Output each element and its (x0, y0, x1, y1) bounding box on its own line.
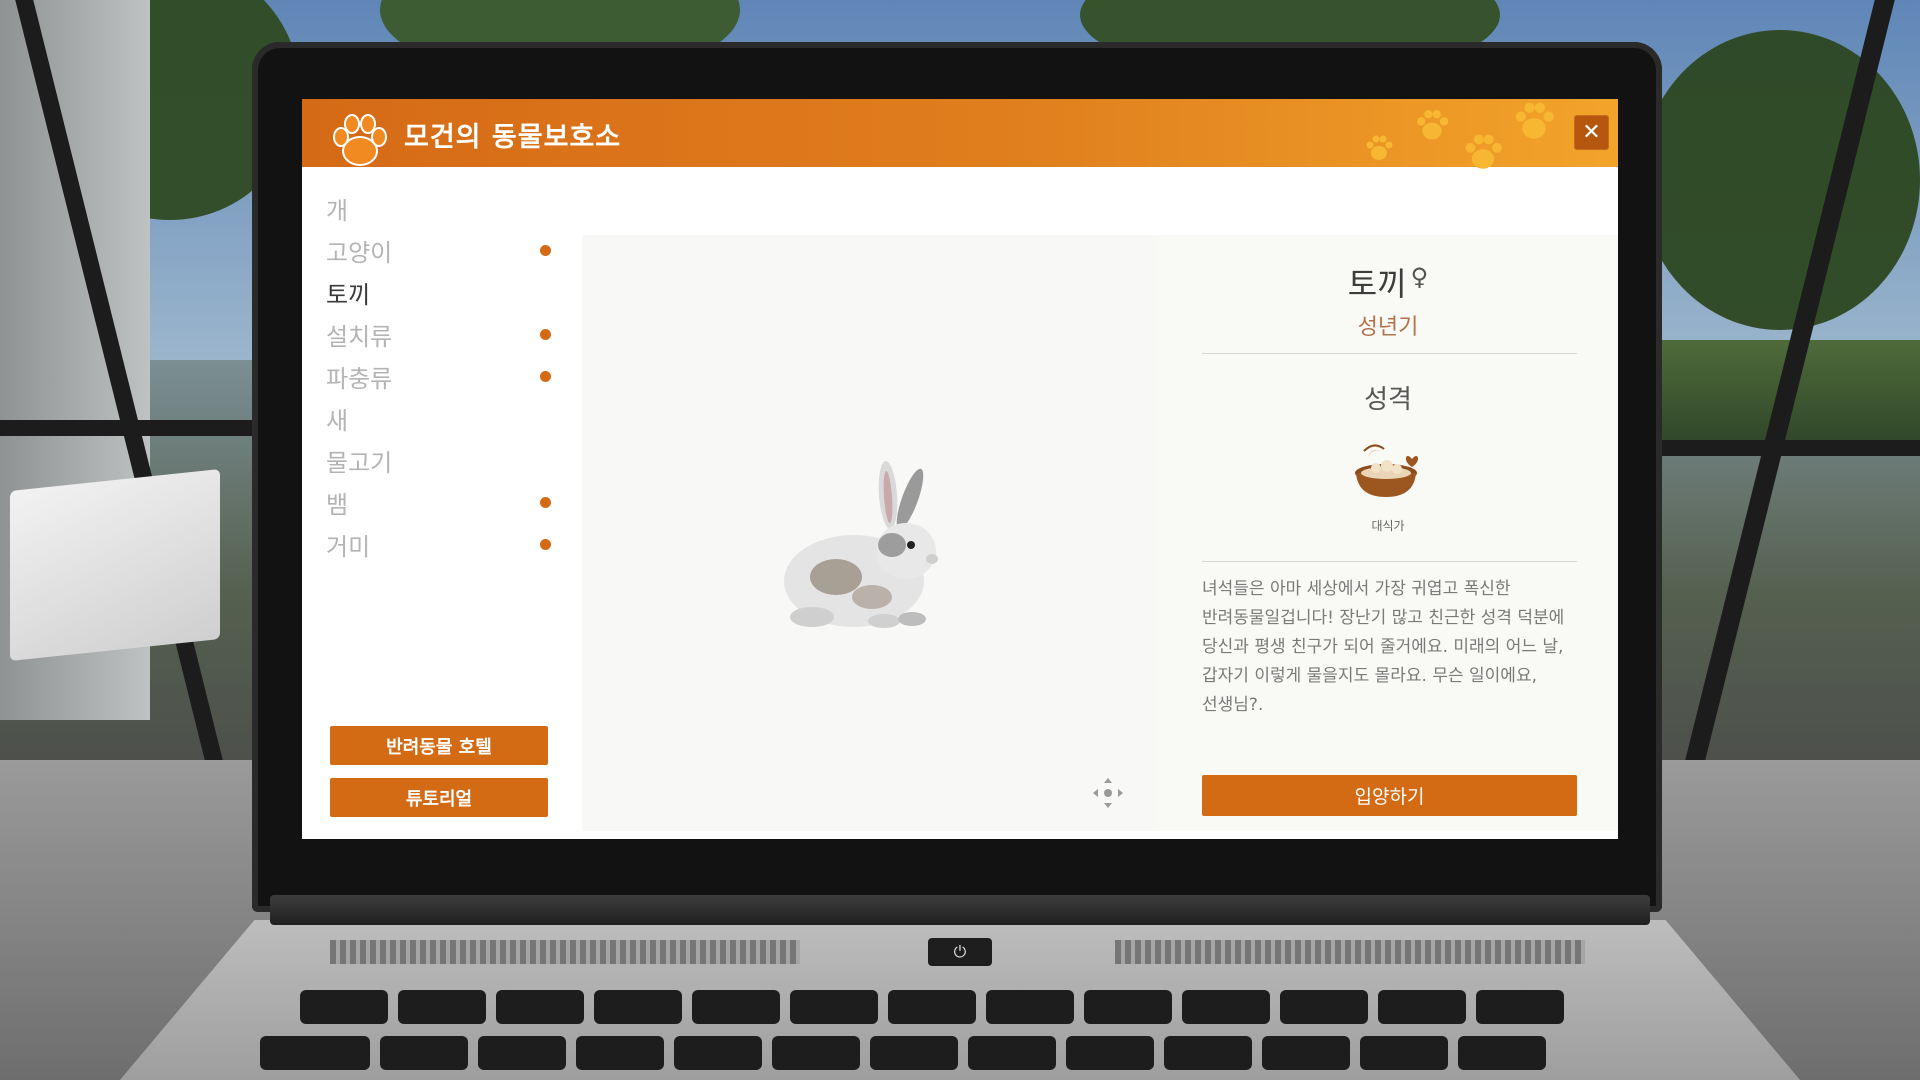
key (1378, 990, 1466, 1024)
category-label: 뱀 (326, 491, 349, 519)
category-bird[interactable]: 새 (326, 401, 562, 437)
app-title: 모건의 동물보호소 (404, 122, 622, 153)
paw-logo-icon (333, 114, 387, 166)
age-stage: 성년기 (1357, 315, 1419, 340)
category-label: 물고기 (326, 449, 393, 477)
category-label: 파충류 (326, 365, 393, 393)
category-label: 거미 (326, 533, 371, 561)
paw-decoration-icon (1366, 135, 1393, 160)
key (576, 1036, 664, 1070)
key (398, 990, 486, 1024)
speaker-grill (1115, 940, 1585, 964)
new-indicator-dot (540, 371, 551, 382)
new-indicator-dot (540, 497, 551, 508)
key (594, 990, 682, 1024)
key (692, 990, 780, 1024)
female-icon: ♀ (1410, 263, 1429, 291)
new-indicator-dot (540, 539, 551, 550)
category-spider[interactable]: 거미 (326, 527, 562, 563)
key (986, 990, 1074, 1024)
key (1458, 1036, 1546, 1070)
category-label: 새 (326, 407, 349, 435)
power-button-icon: ⏻ (928, 938, 992, 966)
tree (1640, 30, 1920, 330)
laptop-hinge (270, 895, 1650, 925)
paw-decoration-icon (1465, 134, 1502, 169)
divider (1202, 353, 1577, 354)
key (1476, 990, 1564, 1024)
rabbit-model (784, 461, 938, 628)
window-frame (0, 420, 270, 436)
key (1084, 990, 1172, 1024)
key (790, 990, 878, 1024)
key (1066, 1036, 1154, 1070)
key (478, 1036, 566, 1070)
rotate-view-icon[interactable] (1090, 775, 1126, 811)
animal-name: 토끼 (1347, 265, 1407, 303)
key (300, 990, 388, 1024)
animal-description: 녀석들은 아마 세상에서 가장 귀엽고 폭신한 반려동물일겁니다! 장난기 많고… (1202, 579, 1565, 715)
category-label: 설치류 (326, 323, 393, 351)
tutorial-button[interactable]: 튜토리얼 (330, 778, 548, 817)
personality-heading: 성격 (1364, 385, 1412, 415)
category-rabbit[interactable]: 토끼 (326, 275, 562, 311)
key (1262, 1036, 1350, 1070)
category-snake[interactable]: 뱀 (326, 485, 562, 521)
app-window: 모건의 동물보호소 ✕ 개 고양이 토끼 설치류 파충류 새 물고기 뱀 거미 … (302, 99, 1618, 839)
category-sidebar: 개 고양이 토끼 설치류 파충류 새 물고기 뱀 거미 반려동물 호텔 튜토리얼 (302, 167, 582, 839)
animal-model-viewer[interactable] (582, 235, 1158, 831)
key (260, 1036, 370, 1070)
category-label: 개 (326, 197, 349, 225)
animal-name-row: 토끼 ♀ (1158, 259, 1618, 305)
divider (1202, 561, 1577, 562)
adopt-button[interactable]: 입양하기 (1202, 775, 1577, 816)
window-frame (1660, 440, 1920, 456)
key (888, 990, 976, 1024)
key (1182, 990, 1270, 1024)
key (674, 1036, 762, 1070)
category-label: 고양이 (326, 239, 393, 267)
close-button[interactable]: ✕ (1574, 115, 1609, 150)
key (380, 1036, 468, 1070)
category-rodent[interactable]: 설치류 (326, 317, 562, 353)
category-dog[interactable]: 개 (326, 191, 562, 227)
title-bar: 모건의 동물보호소 ✕ (302, 99, 1618, 169)
keyboard-keys (260, 990, 1630, 1080)
paw-decoration-icon (1417, 110, 1449, 140)
new-indicator-dot (540, 329, 551, 340)
key (1280, 990, 1368, 1024)
food-bowl-icon (1355, 444, 1419, 497)
category-cat[interactable]: 고양이 (326, 233, 562, 269)
key (772, 1036, 860, 1070)
speaker-grill (330, 940, 800, 964)
trait-label: 대식가 (1371, 519, 1405, 533)
key (496, 990, 584, 1024)
animal-detail-panel: 토끼 ♀ 성년기 성격 대식가 녀석들은 아마 세상에서 가장 귀엽고 폭신한 반… (1158, 235, 1618, 831)
key (1360, 1036, 1448, 1070)
new-indicator-dot (540, 245, 551, 256)
white-box (10, 468, 220, 662)
paw-decoration-icon (1515, 102, 1554, 139)
pet-hotel-button[interactable]: 반려동물 호텔 (330, 726, 548, 765)
category-reptile[interactable]: 파충류 (326, 359, 562, 395)
category-fish[interactable]: 물고기 (326, 443, 562, 479)
key (870, 1036, 958, 1070)
category-label: 토끼 (326, 281, 371, 309)
key (1164, 1036, 1252, 1070)
key (968, 1036, 1056, 1070)
